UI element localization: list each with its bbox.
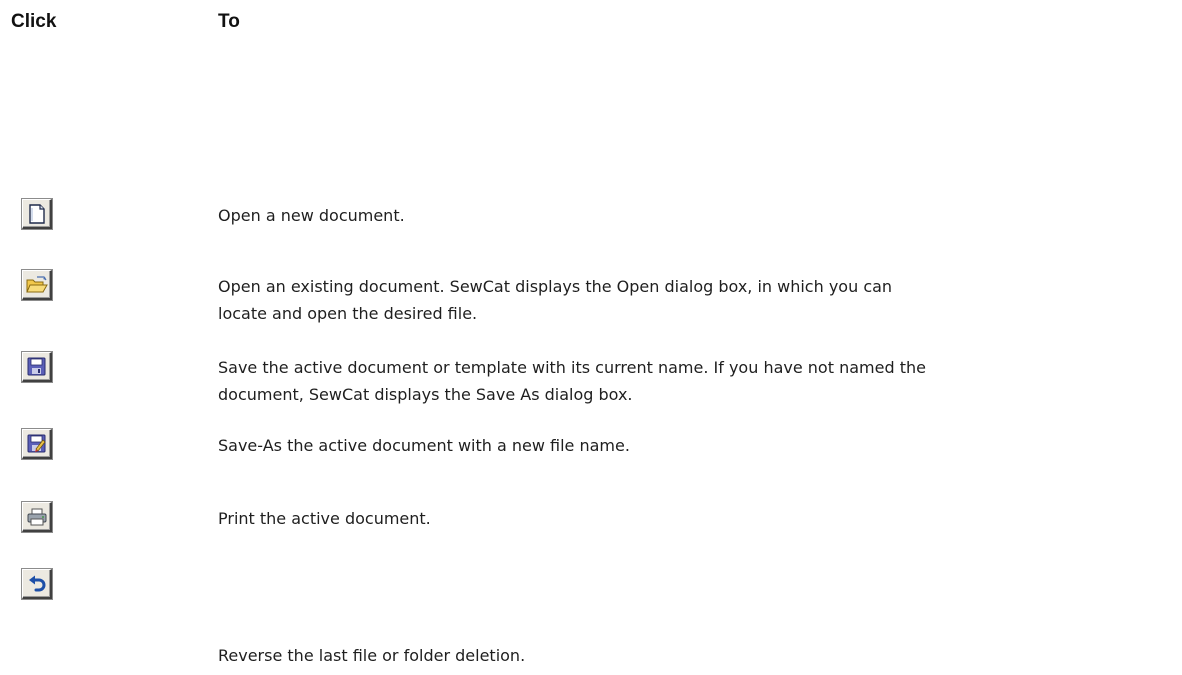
save-as-icon: [27, 434, 46, 453]
undo-icon: [28, 575, 45, 591]
undo-description: Reverse the last file or folder deletion…: [218, 642, 1158, 669]
new-document-button[interactable]: [22, 199, 52, 229]
print-button[interactable]: [22, 502, 52, 532]
open-document-button[interactable]: [22, 270, 52, 300]
description-line: Print the active document.: [218, 509, 431, 528]
to-column-header: To: [218, 11, 240, 32]
description-line: document, SewCat displays the Save As di…: [218, 385, 633, 404]
print-description: Print the active document.: [218, 505, 1158, 532]
description-line: locate and open the desired file.: [218, 304, 478, 323]
description-line: Reverse the last file or folder deletion…: [218, 646, 526, 665]
save-as-description: Save-As the active document with a new f…: [218, 432, 1158, 459]
new-document-icon: [28, 203, 45, 224]
description-line: Save-As the active document with a new f…: [218, 436, 630, 455]
description-line: Save the active document or template wit…: [218, 358, 926, 377]
undo-button[interactable]: [22, 569, 52, 599]
description-line: Open an existing document. SewCat displa…: [218, 277, 893, 296]
open-document-description: Open an existing document. SewCat displa…: [218, 273, 1158, 327]
description-line: Open a new document.: [218, 206, 405, 225]
printer-icon: [27, 508, 46, 525]
open-folder-icon: [25, 275, 48, 292]
save-floppy-icon: [27, 357, 46, 376]
save-button[interactable]: [22, 352, 52, 382]
save-description: Save the active document or template wit…: [218, 354, 1158, 408]
click-column-header: Click: [11, 11, 57, 32]
save-as-button[interactable]: [22, 429, 52, 459]
new-document-description: Open a new document.: [218, 202, 1158, 229]
